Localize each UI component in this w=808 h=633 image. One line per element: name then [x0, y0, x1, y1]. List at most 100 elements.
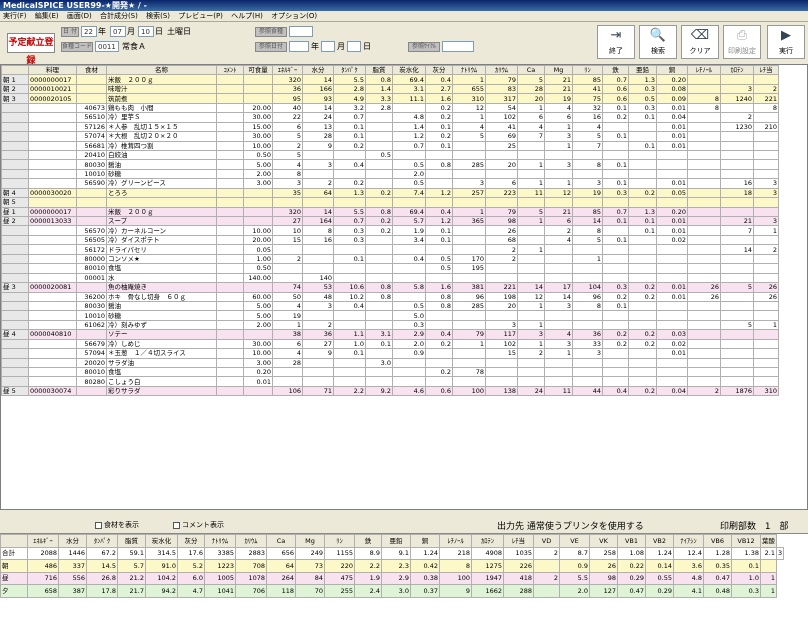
table-cell[interactable]: 00001: [76, 272, 107, 284]
grid-header-cell[interactable]: [1, 65, 29, 76]
table-cell[interactable]: [76, 206, 107, 218]
table-cell[interactable]: 冷）ダイスポテト: [106, 234, 217, 246]
table-cell[interactable]: 冷）里芋Ｓ: [106, 112, 217, 123]
grid-header-cell[interactable]: ﾅﾄﾘｳﾑ: [452, 65, 486, 76]
table-cell[interactable]: 56590: [76, 178, 107, 189]
table-row[interactable]: 10010 砂糖 5.00 19 5.0: [1, 310, 779, 321]
table-row[interactable]: 昼 3 0000020081 魚の柚庵焼き 74 53 10.6 0.8 5.8 1.6 381 2…: [1, 282, 779, 293]
table-cell[interactable]: [243, 74, 273, 85]
table-row[interactable]: 10010 砂糖 2.00 8 2.0: [1, 168, 779, 180]
table-cell[interactable]: [243, 385, 273, 397]
table-cell[interactable]: ソテー: [106, 329, 217, 340]
table-cell[interactable]: [76, 93, 107, 104]
menu-view[interactable]: 画面(D): [64, 11, 95, 22]
table-cell[interactable]: 20.00: [243, 102, 273, 114]
grid-header-cell[interactable]: 炭水化: [392, 65, 426, 76]
table-cell[interactable]: [28, 300, 77, 312]
table-cell[interactable]: 0.05: [243, 244, 273, 255]
table-cell[interactable]: 80000: [76, 253, 107, 265]
table-cell[interactable]: 5.00: [243, 159, 273, 170]
table-row[interactable]: 朝 1 0000000017 米飯 ２００ｇ 320 14 5.5 0.8 69.4 0.4 1 7…: [1, 74, 779, 85]
table-row[interactable]: 昼 1 0000000017 米飯 ２００ｇ 320 14 5.5 0.8 69.4 0.4 1 7…: [1, 206, 779, 218]
table-cell[interactable]: [243, 282, 273, 293]
table-cell[interactable]: 0000030074: [28, 385, 77, 397]
menu-options[interactable]: オプション(O): [268, 11, 320, 22]
grid-header-cell[interactable]: 亜鉛: [628, 65, 657, 76]
output-value[interactable]: 通常使うプリンタを使用する: [527, 522, 644, 532]
table-row[interactable]: 20020 サラダ油 3.00 28 3.0: [1, 357, 779, 369]
table-cell[interactable]: 30.00: [243, 338, 273, 350]
table-cell[interactable]: [28, 225, 77, 236]
table-cell[interactable]: 30.00: [243, 131, 273, 142]
table-cell[interactable]: 0000040810: [28, 329, 77, 340]
menu-search[interactable]: 検索(S): [143, 11, 173, 22]
table-cell[interactable]: [28, 131, 77, 142]
table-row[interactable]: 80010 食塩 0.50 0.5 195: [1, 263, 779, 274]
table-cell[interactable]: 80010: [76, 366, 107, 378]
table-cell[interactable]: 30.00: [243, 112, 273, 123]
table-cell[interactable]: 筑前煮: [106, 93, 217, 104]
table-cell[interactable]: 冷）椎茸四つ割: [106, 140, 217, 151]
table-cell[interactable]: [76, 187, 107, 199]
table-cell[interactable]: [28, 357, 77, 369]
table-row[interactable]: 56510 冷）里芋Ｓ 30.00 22 24 0.7 4.8 0.2 1 102 6 6 16 0.2 0…: [1, 112, 779, 123]
table-row[interactable]: 昼 4 0000040810 ソテー 38 36 1.1 3.1 2.9 0.4 79 117 3 4 3…: [1, 329, 779, 340]
table-cell[interactable]: 0000000017: [28, 74, 77, 85]
table-cell[interactable]: [76, 83, 107, 95]
table-cell[interactable]: [76, 329, 107, 340]
ref-meal-type-button[interactable]: 参照食種: [255, 27, 287, 37]
table-cell[interactable]: ＊人参 乱切１５×１５: [106, 121, 217, 133]
table-row[interactable]: 20410 白絞油 0.50 5 0.5: [1, 149, 779, 161]
table-cell[interactable]: [76, 282, 107, 293]
exit-button[interactable]: ⇥ 終了: [597, 25, 635, 59]
year-field[interactable]: 22: [81, 26, 97, 37]
table-cell[interactable]: 56505: [76, 234, 107, 246]
grid-header-cell[interactable]: Ca: [517, 65, 545, 76]
grid-header-cell[interactable]: ｺﾒﾝﾄ: [216, 65, 244, 76]
table-cell[interactable]: [28, 310, 77, 321]
table-cell[interactable]: 彩りサラダ: [106, 385, 217, 397]
grid-header-cell[interactable]: 名称: [106, 65, 217, 76]
table-cell[interactable]: 2.00: [243, 168, 273, 180]
table-cell[interactable]: 0.50: [243, 149, 273, 161]
table-cell[interactable]: 0000020105: [28, 93, 77, 104]
table-cell[interactable]: [106, 197, 217, 208]
table-cell[interactable]: [243, 93, 273, 104]
grid-header-cell[interactable]: ｶﾘｳﾑ: [485, 65, 518, 76]
menu-preview[interactable]: プレビュー(P): [175, 11, 226, 22]
table-cell[interactable]: 20.00: [243, 234, 273, 246]
table-cell[interactable]: [28, 178, 77, 189]
ref-meal-type-field[interactable]: [289, 26, 313, 37]
table-cell[interactable]: 57074: [76, 131, 107, 142]
grid-header-cell[interactable]: 料理: [28, 65, 77, 76]
meal-type-button[interactable]: 食種コード: [61, 42, 93, 52]
table-cell[interactable]: [28, 319, 77, 331]
table-row[interactable]: 36200 ホキ 骨なし切身 ６０ｇ 60.00 50 48 10.2 0.8 0.8 96 19…: [1, 291, 779, 302]
table-cell[interactable]: 3.00: [243, 178, 273, 189]
table-row[interactable]: 00001 水 140.00 140: [1, 272, 779, 284]
grid-header-cell[interactable]: 水分: [302, 65, 334, 76]
table-row[interactable]: 57094 ＊玉葱 １／４切スライス 10.00 4 9 0.1 0.9 15 2 1 3 0.01: [1, 348, 779, 359]
table-cell[interactable]: サラダ油: [106, 357, 217, 369]
table-cell[interactable]: 56510: [76, 112, 107, 123]
table-cell[interactable]: 10.00: [243, 225, 273, 236]
table-cell[interactable]: [28, 253, 77, 265]
table-cell[interactable]: ＊大根 乱切２０×２０: [106, 131, 217, 142]
table-row[interactable]: 40673 鶏もも肉 小間 20.00 40 14 3.2 2.8 0.2 12 54 1 4 32 0.…: [1, 102, 779, 114]
table-cell[interactable]: 冷）しめじ: [106, 338, 217, 350]
table-cell[interactable]: 57094: [76, 348, 107, 359]
grid-header-cell[interactable]: ﾚﾁ当: [753, 65, 779, 76]
ref-cycle-field[interactable]: [442, 41, 474, 52]
ref-year-field[interactable]: [289, 41, 309, 52]
table-cell[interactable]: [243, 215, 273, 227]
table-cell[interactable]: [28, 376, 77, 387]
table-cell[interactable]: 砂糖: [106, 310, 217, 321]
table-cell[interactable]: 食塩: [106, 263, 217, 274]
table-row[interactable]: 56681 冷）椎茸四つ割 10.00 2 9 0.2 0.7 0.1 25 1 7 0.1 0.01: [1, 140, 779, 151]
table-cell[interactable]: [76, 197, 107, 208]
table-cell[interactable]: 白絞油: [106, 149, 217, 161]
table-cell[interactable]: 5.00: [243, 300, 273, 312]
table-cell[interactable]: 80010: [76, 263, 107, 274]
ref-month-field[interactable]: [321, 41, 335, 52]
table-cell[interactable]: [28, 159, 77, 170]
